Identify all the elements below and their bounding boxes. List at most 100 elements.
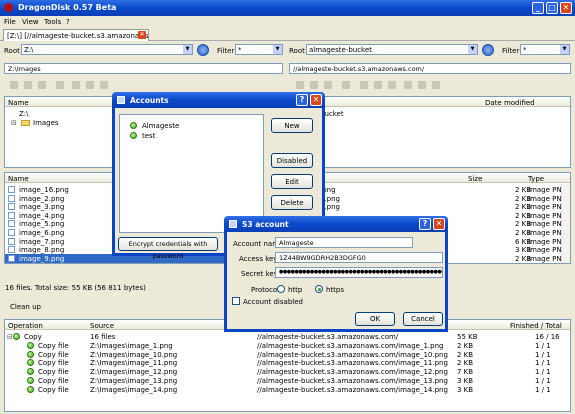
disable-account-button[interactable]: Disabled: [271, 153, 313, 168]
right-filter-select[interactable]: * ▼: [520, 44, 570, 55]
queue-destination: //almageste-bucket.s3.amazonaws.com/imag…: [257, 377, 448, 385]
menu-bar: File View Tools ?: [0, 16, 575, 28]
tree-name-col: Name: [8, 99, 29, 107]
accounts-close-icon[interactable]: ✕: [310, 94, 322, 106]
queue-row[interactable]: Copy file Z:\Images\image_11.png //almages…: [5, 358, 570, 367]
queue-source: Z:\Images\image_13.png: [90, 377, 178, 385]
queue-expand-icon[interactable]: ⊟: [7, 333, 13, 341]
file-name: image_9.png: [19, 254, 65, 263]
http-radio[interactable]: [277, 285, 285, 293]
account-status-icon: [130, 122, 137, 129]
tab-session[interactable]: [Z:\] [//almageste-bucket.s3.amazonaws.c…: [3, 29, 149, 41]
new-folder-icon[interactable]: [72, 81, 80, 89]
cancel-button[interactable]: Cancel: [403, 312, 443, 326]
minimize-button[interactable]: _: [532, 2, 544, 14]
tree-drive-label: Z:\: [19, 110, 29, 118]
secret-key-input[interactable]: ●●●●●●●●●●●●●●●●●●●●●●●●●●●●●●●●●●●●●●●●…: [275, 267, 443, 278]
upload-icon[interactable]: [86, 81, 94, 89]
s3-help-icon[interactable]: ?: [419, 218, 431, 230]
tab-close-icon[interactable]: ✕: [138, 31, 146, 39]
right-refresh-icon[interactable]: [482, 44, 494, 56]
right-acl-icon[interactable]: [418, 81, 426, 89]
accounts-help-icon[interactable]: ?: [296, 94, 308, 106]
account-item-test[interactable]: test: [142, 132, 155, 140]
right-copy-icon[interactable]: [310, 81, 318, 89]
right-cut-icon[interactable]: [296, 81, 304, 89]
copy-icon[interactable]: [24, 81, 32, 89]
done-check-icon: [27, 341, 34, 349]
queue-source: Z:\Images\image_14.png: [90, 385, 178, 394]
delete-account-button[interactable]: Delete: [271, 195, 313, 210]
right-tree-panel: Date modified bucket: [289, 96, 571, 168]
https-radio-label: https: [326, 286, 345, 294]
maximize-button[interactable]: □: [546, 2, 558, 14]
left-filter-select[interactable]: * ▼: [235, 44, 283, 55]
left-root-select[interactable]: Z:\ ▼: [21, 44, 193, 55]
queue-finished: 1 / 1: [535, 350, 551, 359]
encrypt-credentials-button[interactable]: Encrypt credentials with password: [118, 237, 218, 260]
queue-operation: Copy: [24, 333, 42, 341]
left-refresh-icon[interactable]: [197, 44, 209, 56]
menu-tools[interactable]: Tools: [44, 18, 61, 26]
right-upload-icon[interactable]: [374, 81, 382, 89]
right-list-header: Size Type: [290, 173, 570, 183]
done-check-icon: [27, 350, 34, 358]
queue-row[interactable]: Copy file Z:\Images\image_12.png //almages…: [5, 367, 570, 376]
window-title: DragonDisk 0.57 Beta: [18, 3, 117, 12]
window-titlebar: DragonDisk 0.57 Beta _ □ ✕: [0, 0, 575, 16]
menu-file[interactable]: File: [4, 18, 16, 26]
right-delete-icon[interactable]: [342, 81, 350, 89]
png-file-icon: [8, 229, 15, 236]
right-paste-icon[interactable]: [324, 81, 332, 89]
accounts-title: Accounts: [130, 96, 169, 105]
queue-destination: //almageste-bucket.s3.amazonaws.com/: [257, 333, 399, 341]
account-item-almageste[interactable]: Almageste: [142, 122, 179, 130]
png-file-icon: [8, 186, 15, 193]
png-file-icon: [8, 194, 15, 202]
left-path-input[interactable]: Z:\Images: [4, 63, 283, 74]
done-check-icon: [27, 377, 34, 384]
delete-icon[interactable]: [56, 81, 64, 89]
account-name-input[interactable]: Almageste: [275, 237, 413, 248]
status-text: 16 files. Total size: 55 KB (56 811 byte…: [5, 284, 146, 292]
access-key-input[interactable]: 1Z44BW9GDRH2B3DGFG0: [275, 252, 443, 263]
png-file-icon: [8, 211, 15, 219]
tree-expand-icon[interactable]: ⊟: [11, 119, 17, 127]
queue-destination: //almageste-bucket.s3.amazonaws.com/imag…: [257, 350, 448, 359]
right-path-input[interactable]: //almageste-bucket.s3.amazonaws.com/: [289, 63, 571, 74]
cleanup-button[interactable]: Clean up: [10, 303, 41, 311]
queue-row[interactable]: Copy file Z:\Images\image_13.png //almages…: [5, 376, 570, 385]
right-new-folder-icon[interactable]: [360, 81, 368, 89]
right-download-icon[interactable]: [388, 81, 396, 89]
download-icon[interactable]: [100, 81, 108, 89]
menu-view[interactable]: View: [22, 18, 39, 26]
queue-source-col: Source: [90, 322, 115, 330]
queue-destination: //almageste-bucket.s3.amazonaws.com/imag…: [257, 368, 448, 377]
right-root-select[interactable]: almageste-bucket ▼: [306, 44, 478, 55]
cut-icon[interactable]: [10, 81, 18, 89]
queue-row[interactable]: Copy file Z:\Images\image_1.png //almagest…: [5, 341, 570, 350]
right-properties-icon[interactable]: [404, 81, 412, 89]
queue-row[interactable]: Copy file Z:\Images\image_10.png //almages…: [5, 350, 570, 359]
queue-finished: 1 / 1: [535, 385, 551, 394]
menu-help[interactable]: ?: [66, 18, 70, 26]
paste-icon[interactable]: [38, 81, 46, 89]
https-radio[interactable]: [315, 285, 323, 293]
left-root-value: Z:\: [24, 46, 34, 54]
ok-button[interactable]: OK: [355, 312, 395, 326]
queue-row[interactable]: ⊟ Copy 16 files //almageste-bucket.s3.amazo…: [5, 332, 570, 341]
s3-close-icon[interactable]: ✕: [433, 218, 445, 230]
list-name-col: Name: [8, 175, 29, 183]
account-disabled-checkbox[interactable]: [232, 297, 240, 305]
new-account-button[interactable]: New: [271, 118, 313, 133]
queue-operation-col: Operation: [8, 322, 43, 330]
queue-operation: Copy file: [38, 350, 69, 359]
edit-account-button[interactable]: Edit: [271, 174, 313, 189]
right-root-label: Root: [289, 47, 305, 55]
close-button[interactable]: ✕: [560, 2, 572, 14]
right-distribution-icon[interactable]: [432, 81, 440, 89]
s3-title: S3 account: [242, 220, 289, 229]
right-tree-bucket[interactable]: bucket: [290, 109, 570, 118]
right-list-scrollbar[interactable]: [561, 184, 570, 263]
queue-row[interactable]: Copy file Z:\Images\image_14.png //almages…: [5, 385, 570, 394]
